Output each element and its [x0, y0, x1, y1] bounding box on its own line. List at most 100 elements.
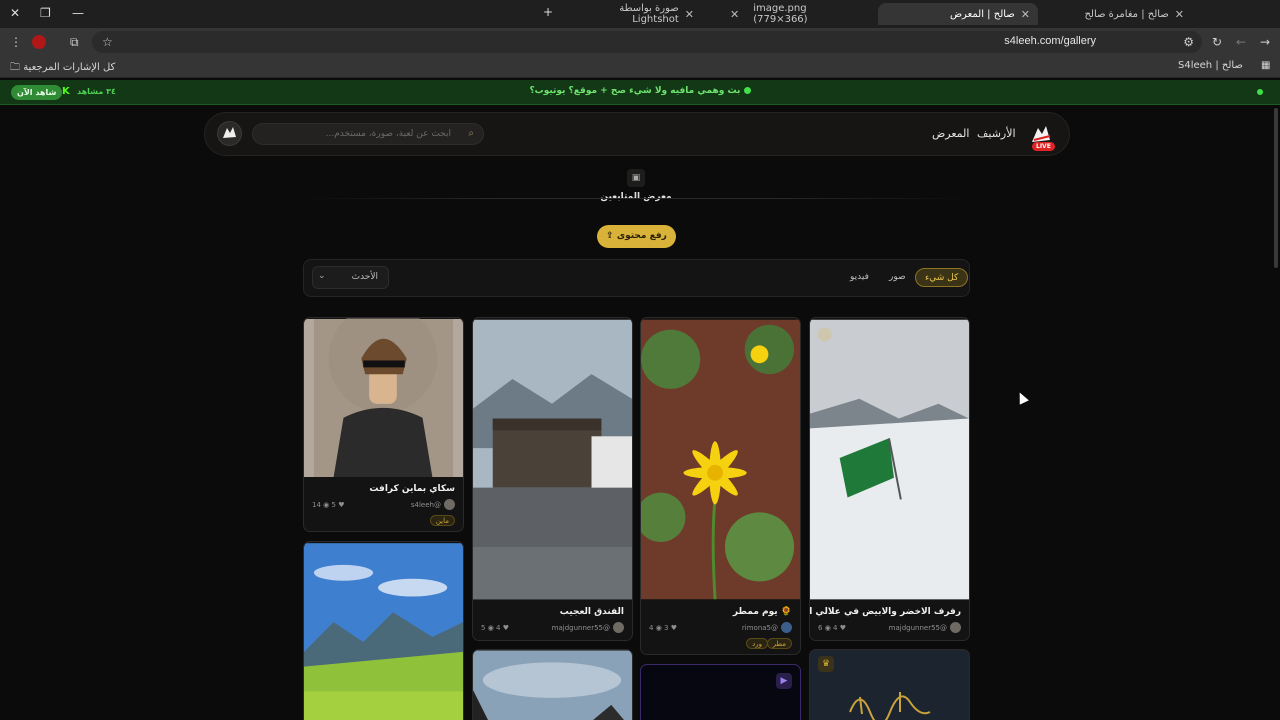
gallery-card[interactable]: ♛ [809, 649, 970, 720]
gallery-card[interactable] [303, 541, 464, 720]
card-tag[interactable]: مطر [766, 638, 792, 649]
kick-logo-icon: K [62, 86, 70, 97]
gallery-card[interactable]: 🌻 يوم ممطر rimona5@ 4 ◉ 3 ♥ مطر ورد [640, 317, 801, 655]
card-username[interactable]: majdgunner55@ [889, 624, 947, 632]
menu-dots-icon[interactable]: ⋮ [10, 35, 22, 49]
gallery-card[interactable]: سكاي بماين كرافت s4leeh@ 14 ◉ 5 ♥ ماين [303, 317, 464, 532]
gallery-title: معرض المتابعين [600, 192, 672, 202]
mouse-cursor [1015, 390, 1029, 405]
avatar [950, 622, 961, 633]
eye-icon: ◉ [487, 624, 497, 632]
folder-icon: 🗀 [10, 62, 20, 73]
browser-tab-bar: ✕ ❐ — ✕ صورة بواسطة Lightshot + ✕ image.… [0, 0, 1280, 28]
heart-icon: ♥ [338, 501, 345, 509]
card-title: الفندق العجيب [559, 607, 624, 617]
card-username[interactable]: majdgunner55@ [552, 624, 610, 632]
site-settings-icon[interactable]: ⚙ [1183, 35, 1194, 49]
upload-icon: ⇪ [606, 231, 614, 241]
video-icon: ▶ [776, 673, 792, 689]
avatar-logo-icon [223, 127, 236, 138]
nav-gallery-link[interactable]: المعرض [932, 127, 969, 140]
forward-icon[interactable]: ← [1236, 35, 1246, 49]
browser-toolbar: ⋮ ⧉ ☆ s4leeh.com/gallery ⚙ ↻ ← → [0, 28, 1280, 56]
card-stats: 14 ◉ 5 ♥ [312, 501, 345, 509]
card-image [641, 319, 800, 600]
announcement-text[interactable]: بث وهمي مافيه ولا شيء صح + موقع؟ يوتيوب؟ [0, 86, 1280, 96]
gallery-card[interactable]: ▶ [640, 664, 801, 720]
restore-window-icon[interactable]: ❐ [40, 6, 51, 20]
card-image [473, 650, 632, 720]
watch-now-button[interactable]: شاهد الآن [11, 85, 63, 100]
user-avatar[interactable] [217, 121, 242, 146]
chevron-down-icon: ⌄ [318, 271, 326, 281]
live-dot-icon [743, 87, 751, 94]
profile-avatar[interactable] [32, 35, 46, 49]
new-tab-button[interactable]: + [543, 5, 553, 19]
avatar [613, 622, 624, 633]
filter-photos-chip[interactable]: صور [880, 268, 915, 287]
bookmark-star-icon[interactable]: ☆ [102, 35, 113, 49]
eye-icon: ◉ [323, 501, 332, 509]
sort-select[interactable]: الأحدث ⌄ [312, 266, 389, 289]
close-tab-icon[interactable]: ✕ [685, 8, 694, 21]
tab-image-png[interactable]: ✕ image.png (779×366) [722, 3, 862, 25]
divider [303, 198, 970, 199]
search-icon: ⌕ [468, 128, 474, 139]
avatar [781, 622, 792, 633]
all-bookmarks-folder[interactable]: كل الإشارات المرجعية 🗀 [10, 60, 115, 77]
heart-icon: ♥ [839, 624, 847, 632]
card-tag[interactable]: ورد [746, 638, 768, 649]
card-stats: 6 ◉ 4 ♥ [818, 624, 847, 632]
close-tab-icon[interactable]: ✕ [1175, 8, 1184, 21]
reload-icon[interactable]: ↻ [1212, 35, 1222, 49]
search-input[interactable]: ابحث عن لعبة، صورة، مستخدم... ⌕ [252, 123, 484, 145]
filter-all-chip[interactable]: كل شيء [915, 268, 969, 287]
card-title: 🌻 يوم ممطر [732, 607, 792, 617]
apps-grid-icon[interactable]: ▦ [1261, 60, 1270, 71]
tab-gallery[interactable]: ✕ صالح | المعرض [878, 3, 1038, 25]
gallery-card[interactable]: رفرف الاخضر والابيض في علالي القمم majdg… [809, 317, 970, 641]
pin-icon: ♛ [818, 656, 834, 672]
heart-icon: ♥ [502, 624, 510, 632]
eye-icon: ◉ [655, 624, 665, 632]
card-username[interactable]: s4leeh@ [411, 501, 441, 509]
card-title: رفرف الاخضر والابيض في علالي القمم [809, 607, 961, 617]
extensions-icon[interactable]: ⧉ [70, 35, 79, 50]
gallery-card[interactable]: الفندق العجيب majdgunner55@ 5 ◉ 4 ♥ [472, 317, 633, 641]
close-tab-icon[interactable]: ✕ [1021, 8, 1030, 21]
card-title: سكاي بماين كرافت [369, 484, 455, 494]
viewer-count: ٣٤ مشاهد [77, 87, 116, 96]
address-bar[interactable]: ☆ s4leeh.com/gallery ⚙ [92, 31, 1202, 53]
card-stats: 5 ◉ 4 ♥ [481, 624, 510, 632]
close-window-icon[interactable]: ✕ [10, 6, 20, 20]
card-image [810, 319, 969, 600]
card-username[interactable]: rimona5@ [742, 624, 778, 632]
card-image [304, 318, 463, 478]
card-image [304, 543, 463, 720]
minimize-window-icon[interactable]: — [72, 6, 84, 20]
calligraphy-image [849, 692, 931, 720]
card-stats: 4 ◉ 3 ♥ [649, 624, 678, 632]
tab-adventure[interactable]: ✕ صالح | مغامرة صالح [1040, 3, 1192, 25]
card-image [473, 319, 632, 600]
gallery-card[interactable] [472, 649, 633, 720]
filter-video-chip[interactable]: فيديو [841, 268, 878, 287]
card-tag[interactable]: ماين [429, 515, 455, 526]
announcement-bar: بث وهمي مافيه ولا شيء صح + موقع؟ يوتيوب؟ [0, 80, 1280, 105]
gallery-image-icon: ▣ [627, 169, 645, 187]
close-tab-icon[interactable]: ✕ [730, 8, 739, 21]
bookmarks-bar: كل الإشارات المرجعية 🗀 صالح | S4leeh ▦ [0, 56, 1280, 78]
back-icon[interactable]: → [1260, 35, 1270, 49]
upload-content-button[interactable]: رفع محتوى ⇪ [597, 225, 676, 248]
nav-archive-link[interactable]: الأرشيف [977, 127, 1016, 140]
heart-icon: ♥ [670, 624, 678, 632]
flower-emoji-icon: 🌻 [777, 607, 792, 617]
tab-lightshot[interactable]: ✕ صورة بواسطة Lightshot [562, 3, 702, 25]
eye-icon: ◉ [824, 624, 834, 632]
url-text: s4leeh.com/gallery [1004, 35, 1096, 47]
status-dot-icon [1257, 89, 1263, 95]
live-badge: LIVE [1032, 142, 1055, 151]
avatar [444, 499, 455, 510]
bookmark-site[interactable]: صالح | S4leeh [1178, 60, 1243, 71]
scrollbar[interactable] [1274, 108, 1278, 268]
